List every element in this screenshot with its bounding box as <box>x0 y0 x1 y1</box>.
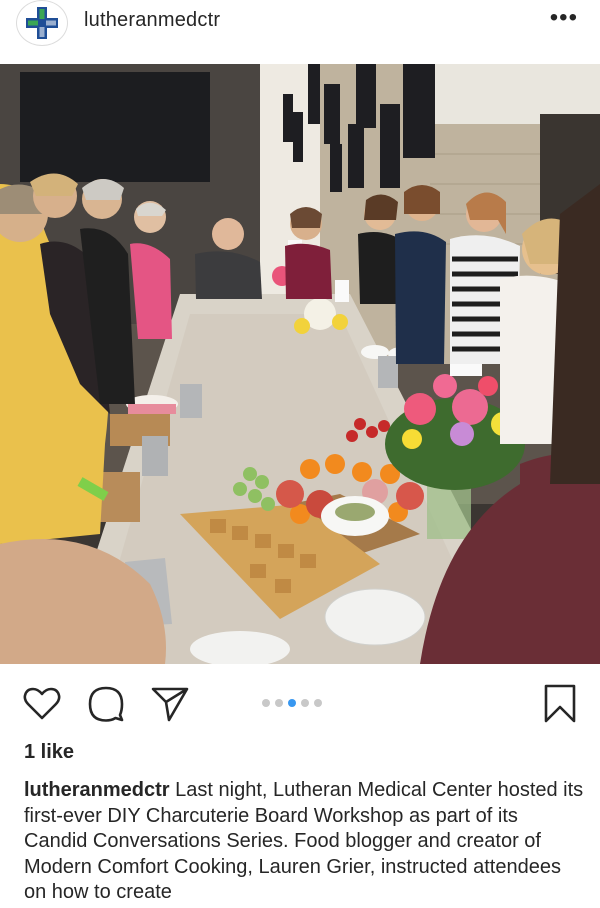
carousel-dot <box>275 699 283 707</box>
caption-username[interactable]: lutheranmedctr <box>24 779 170 801</box>
bookmark-icon[interactable] <box>540 684 580 724</box>
profile-avatar[interactable] <box>16 0 68 46</box>
carousel-indicator <box>262 699 322 707</box>
charcuterie-photo <box>0 64 600 664</box>
carousel-dot <box>301 699 309 707</box>
post-photo[interactable] <box>0 64 600 664</box>
carousel-dot <box>314 699 322 707</box>
post-username[interactable]: lutheranmedctr <box>84 9 220 32</box>
post-header: lutheranmedctr ••• <box>0 0 600 64</box>
send-icon[interactable] <box>150 684 190 724</box>
carousel-dot <box>262 699 270 707</box>
carousel-dot <box>288 699 296 707</box>
action-bar <box>0 664 600 740</box>
cross-logo-icon <box>26 7 58 39</box>
heart-icon[interactable] <box>22 684 62 724</box>
like-count[interactable]: 1 like <box>24 741 74 764</box>
post-caption: lutheranmedctr Last night, Lutheran Medi… <box>24 778 584 906</box>
more-horizontal-icon[interactable]: ••• <box>550 6 578 30</box>
comment-icon[interactable] <box>86 684 126 724</box>
